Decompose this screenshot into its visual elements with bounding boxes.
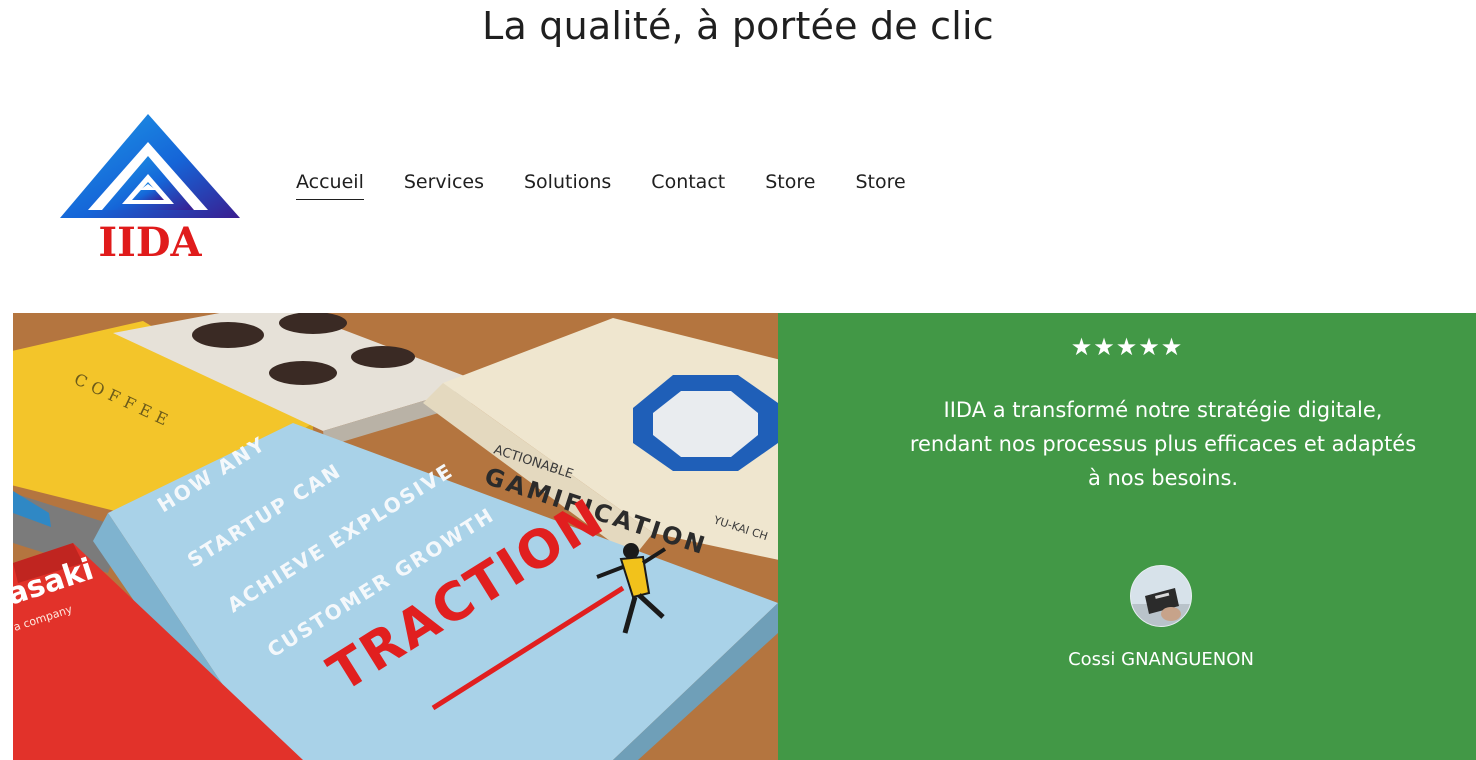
- nav-item-store-2[interactable]: Store: [855, 168, 905, 200]
- hero-image: COFFEE ACTIONABLE GAMIFICATION YU-KAI CH…: [13, 313, 778, 760]
- author-name: Cossi GNANGUENON: [1068, 649, 1254, 670]
- testimonial-quote: IIDA a transformé notre stratégie digita…: [909, 398, 1417, 490]
- nav-item-solutions[interactable]: Solutions: [524, 168, 611, 200]
- main-nav: Accueil Services Solutions Contact Store…: [296, 168, 906, 202]
- rating-stars: ★★★★★: [1070, 333, 1184, 361]
- testimonial-section: ★★★★★ IIDA a transformé notre stratégie …: [778, 313, 1476, 760]
- author-avatar: [1130, 565, 1192, 627]
- nav-item-services[interactable]: Services: [404, 168, 484, 200]
- logo-triangle-icon: IIDA: [60, 114, 240, 264]
- logo-text: IIDA: [98, 219, 202, 264]
- nav-item-store[interactable]: Store: [765, 168, 815, 200]
- iida-logo[interactable]: IIDA: [58, 112, 242, 264]
- books-illustration: COFFEE ACTIONABLE GAMIFICATION YU-KAI CH…: [13, 313, 778, 760]
- nav-item-contact[interactable]: Contact: [651, 168, 725, 200]
- nav-item-accueil[interactable]: Accueil: [296, 168, 364, 200]
- page-tagline: La qualité, à portée de clic: [482, 4, 994, 48]
